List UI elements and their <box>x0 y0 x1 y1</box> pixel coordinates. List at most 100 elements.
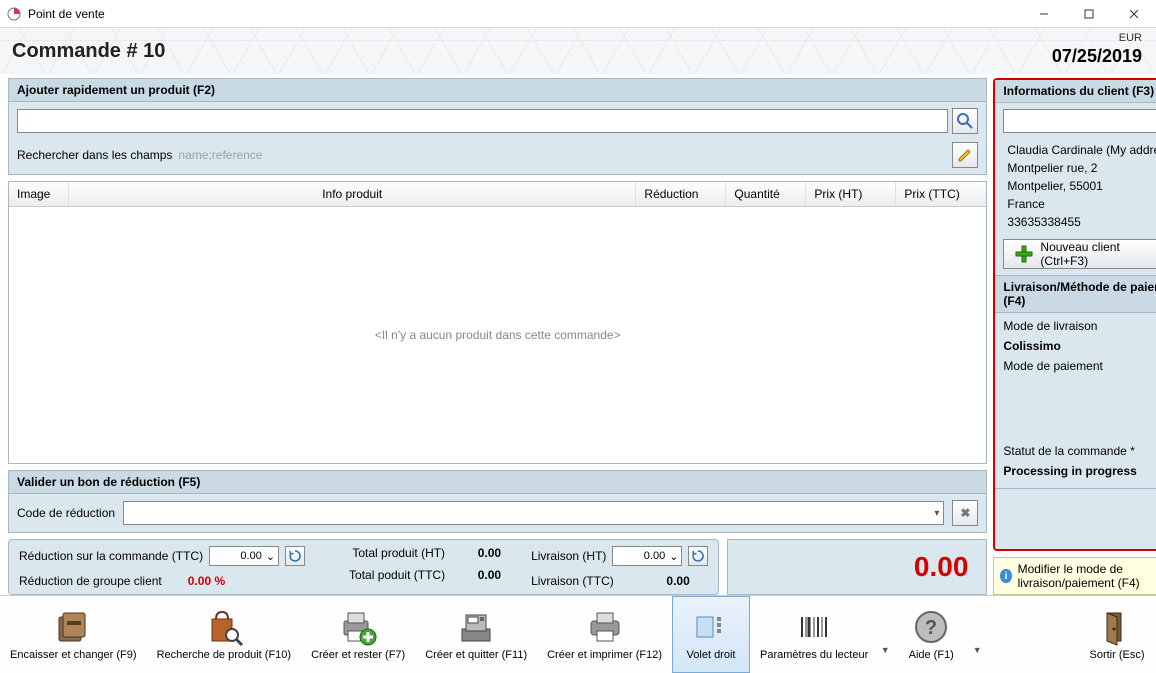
order-title: Commande # 10 <box>12 40 165 63</box>
maximize-button[interactable] <box>1066 0 1111 28</box>
grid-empty-text: <Il n'y a aucun produit dans cette comma… <box>9 207 986 463</box>
quick-add-title: Ajouter rapidement un produit (F2) <box>9 79 986 102</box>
group-discount-value: 0.00 % <box>188 574 225 588</box>
order-discount-combo[interactable]: 0.00 ⌄ <box>209 546 279 566</box>
total-ht-label: Total produit (HT) <box>335 546 445 560</box>
ship-ttc-label: Livraison (TTC) <box>531 574 614 588</box>
voucher-combo[interactable]: ▾ <box>123 501 944 525</box>
order-discount-value: 0.00 <box>213 550 266 562</box>
quick-add-input[interactable] <box>17 109 948 133</box>
svg-text:?: ? <box>925 617 937 639</box>
voucher-delete-button[interactable]: ✖ <box>952 500 978 526</box>
col-qty[interactable]: Quantité <box>726 182 806 206</box>
ship-ttc-value: 0.00 <box>620 574 690 588</box>
order-discount-refresh[interactable] <box>285 546 305 566</box>
tb-exit-label: Sortir (Esc) <box>1090 649 1145 661</box>
client-city: Montpelier, 55001 <box>1007 177 1156 195</box>
barcode-icon <box>794 607 834 647</box>
tb-create-quit[interactable]: Créer et quitter (F11) <box>415 596 537 673</box>
cash-register-icon <box>456 607 496 647</box>
app-icon <box>6 6 22 22</box>
titlebar: Point de vente <box>0 0 1156 28</box>
total-ttc-value: 0.00 <box>451 568 501 582</box>
col-image[interactable]: Image <box>9 182 69 206</box>
ship-mode-label: Mode de livraison <box>1003 319 1156 333</box>
order-discount-label: Réduction sur la commande (TTC) <box>19 549 203 563</box>
wallet-icon <box>53 607 93 647</box>
tb-create-print-label: Créer et imprimer (F12) <box>547 649 662 661</box>
bottom-toolbar: Encaisser et changer (F9) Recherche de p… <box>0 595 1156 673</box>
pay-mode-label: Mode de paiement <box>1003 359 1156 373</box>
help-icon: ? <box>911 607 951 647</box>
grid-header: Image Info produit Réduction Quantité Pr… <box>9 182 986 207</box>
plus-icon <box>1014 244 1034 264</box>
totals-panel: Réduction sur la commande (TTC) 0.00 ⌄ R… <box>8 539 719 595</box>
order-status-value: Processing in progress <box>1003 464 1156 478</box>
tb-help-label: Aide (F1) <box>909 649 954 661</box>
shipping-title: Livraison/Méthode de paiement (F4) <box>995 275 1156 313</box>
exit-icon <box>1097 607 1137 647</box>
grand-total: 0.00 <box>727 539 987 595</box>
new-client-label: Nouveau client (Ctrl+F3) <box>1040 240 1156 268</box>
col-info[interactable]: Info produit <box>69 182 636 206</box>
tb-reader-dropdown[interactable]: ▼ <box>878 615 892 655</box>
quick-add-search-button[interactable] <box>952 108 978 134</box>
new-client-button[interactable]: Nouveau client (Ctrl+F3) <box>1003 239 1156 269</box>
bag-search-icon <box>204 607 244 647</box>
voucher-panel: Valider un bon de réduction (F5) Code de… <box>8 470 987 533</box>
col-price-ttc[interactable]: Prix (TTC) <box>896 182 986 206</box>
group-discount-label: Réduction de groupe client <box>19 574 162 588</box>
tb-create-print[interactable]: Créer et imprimer (F12) <box>537 596 672 673</box>
refresh-icon <box>289 550 301 562</box>
printer-icon <box>585 607 625 647</box>
info-bar[interactable]: i Modifier le mode de livraison/paiement… <box>993 557 1156 595</box>
header: Commande # 10 EUR 07/25/2019 <box>0 28 1156 74</box>
tb-create-quit-label: Créer et quitter (F11) <box>425 649 527 661</box>
client-name: Claudia Cardinale (My address) <box>1007 141 1156 159</box>
window-title: Point de vente <box>28 7 105 21</box>
info-bar-text: Modifier le mode de livraison/paiement (… <box>1018 562 1156 590</box>
printer-plus-icon <box>338 607 378 647</box>
minimize-button[interactable] <box>1021 0 1066 28</box>
products-grid: Image Info produit Réduction Quantité Pr… <box>8 181 987 464</box>
client-title: Informations du client (F3) <box>995 80 1156 103</box>
order-date: 07/25/2019 <box>1052 46 1142 67</box>
refresh-icon <box>692 550 704 562</box>
col-reduction[interactable]: Réduction <box>636 182 726 206</box>
delete-icon: ✖ <box>960 506 970 520</box>
info-icon: i <box>1000 569 1011 583</box>
grand-total-value: 0.00 <box>914 551 969 583</box>
client-search-input[interactable] <box>1003 109 1156 133</box>
total-ht-value: 0.00 <box>451 546 501 560</box>
tb-search[interactable]: Recherche de produit (F10) <box>147 596 302 673</box>
tb-reader[interactable]: Paramètres du lecteur <box>750 596 878 673</box>
quick-add-panel: Ajouter rapidement un produit (F2) Reche… <box>8 78 987 175</box>
ship-ht-refresh[interactable] <box>688 546 708 566</box>
col-price-ht[interactable]: Prix (HT) <box>806 182 896 206</box>
tb-help[interactable]: ? Aide (F1) <box>892 596 970 673</box>
tb-exit[interactable]: Sortir (Esc) <box>1078 596 1156 673</box>
ship-ht-value: 0.00 <box>616 550 669 562</box>
chevron-down-icon: ⌄ <box>266 550 275 563</box>
tb-help-dropdown[interactable]: ▼ <box>970 615 984 655</box>
client-country: France <box>1007 195 1156 213</box>
client-street: Montpelier rue, 2 <box>1007 159 1156 177</box>
ship-ht-combo[interactable]: 0.00 ⌄ <box>612 546 682 566</box>
tb-create-stay-label: Créer et rester (F7) <box>311 649 405 661</box>
order-status-label: Statut de la commande * <box>1003 444 1156 458</box>
tb-cash[interactable]: Encaisser et changer (F9) <box>0 596 147 673</box>
chevron-down-icon: ⌄ <box>669 550 678 563</box>
tb-right-pane[interactable]: Volet droit <box>672 596 750 673</box>
ship-mode-value: Colissimo <box>1003 339 1156 353</box>
quick-add-edit-button[interactable] <box>952 142 978 168</box>
close-button[interactable] <box>1111 0 1156 28</box>
tb-reader-label: Paramètres du lecteur <box>760 649 868 661</box>
panel-icon <box>691 607 731 647</box>
total-ttc-label: Total poduit (TTC) <box>335 568 445 582</box>
currency-label: EUR <box>1119 32 1142 44</box>
tb-create-stay[interactable]: Créer et rester (F7) <box>301 596 415 673</box>
search-fields-hint: name;reference <box>178 148 262 162</box>
search-fields-label: Rechercher dans les champs <box>17 148 172 162</box>
client-info: Claudia Cardinale (My address) Montpelie… <box>1003 139 1156 233</box>
chevron-down-icon: ▾ <box>934 508 939 519</box>
